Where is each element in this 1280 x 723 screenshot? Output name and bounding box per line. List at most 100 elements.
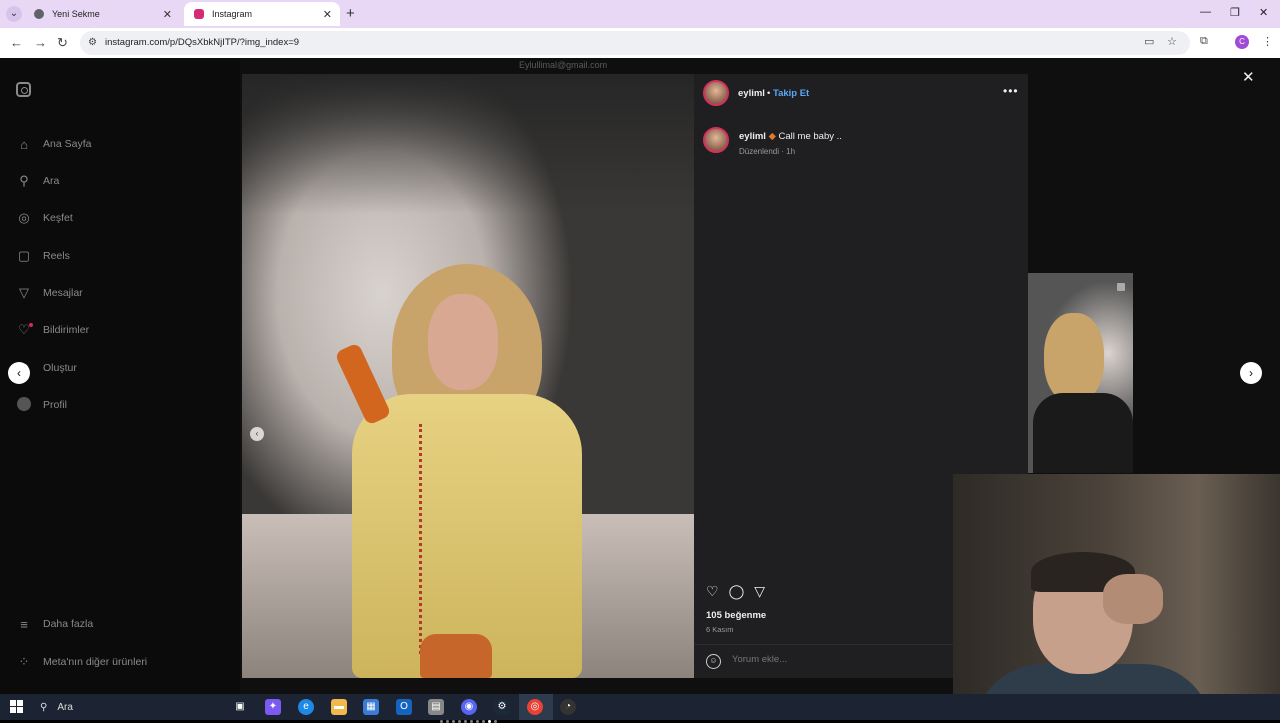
author-avatar[interactable] xyxy=(703,80,729,106)
caption-avatar[interactable] xyxy=(703,127,729,153)
sidebar-item-label: Reels xyxy=(43,250,70,262)
image-phone-base xyxy=(420,634,492,678)
steam-icon[interactable]: ⚙ xyxy=(494,699,510,715)
like-icon[interactable]: ♡ xyxy=(706,583,719,600)
task-view-icon[interactable]: ▣ xyxy=(232,699,248,715)
reels-icon: ▢ xyxy=(17,248,31,263)
app-icon[interactable]: ◔ xyxy=(560,699,576,715)
address-bar-row: ← → ↻ ⚙ instagram.com/p/DQsXbkNjITP/?img… xyxy=(0,28,1280,58)
window-close-icon[interactable]: ✕ xyxy=(1259,6,1268,19)
webcam-overlay xyxy=(953,474,1280,720)
follow-button[interactable]: • Takip Et xyxy=(767,88,809,99)
restore-icon[interactable]: ❐ xyxy=(1230,6,1240,19)
copilot-icon[interactable]: ✦ xyxy=(265,699,281,715)
email-watermark: Eylullimal@gmail.com xyxy=(519,60,608,70)
sidebar-item-search[interactable]: ⚲ Ara xyxy=(16,171,59,191)
sidebar-item-home[interactable]: ⌂ Ana Sayfa xyxy=(16,134,91,154)
post-actions: ♡ ◯ ▽ xyxy=(706,583,765,600)
forward-icon[interactable]: → xyxy=(34,35,47,50)
image-phone-receiver xyxy=(334,342,392,426)
tab-search-button[interactable]: ⌄ xyxy=(6,6,22,22)
profile-avatar[interactable]: C xyxy=(1235,35,1249,49)
tab-new-tab[interactable]: Yeni Sekme ✕ xyxy=(24,2,180,26)
next-post-preview[interactable] xyxy=(1028,273,1133,473)
sidebar-item-meta-products[interactable]: ⁘ Meta'nın diğer ürünleri xyxy=(16,652,148,672)
image-prev-icon[interactable]: ‹ xyxy=(250,427,264,441)
outlook-icon[interactable]: O xyxy=(396,699,412,715)
close-tab-icon[interactable]: ✕ xyxy=(163,8,172,21)
comment-input[interactable] xyxy=(732,654,932,665)
sidebar-item-label: Daha fazla xyxy=(43,618,94,630)
emoji-icon[interactable]: ☺ xyxy=(706,654,721,669)
sidebar: ⌂ Ana Sayfa ⚲ Ara ◎ Keşfet ▢ Reels ▽ Mes… xyxy=(0,58,240,694)
taskbar: ⚲ Ara ▣ ✦ e ▬ ▦ O ▤ ◉ ⚙ ◎ ◔ xyxy=(0,694,1280,720)
reload-icon[interactable]: ↻ xyxy=(57,35,68,51)
sidebar-item-notifications[interactable]: ♡ Bildirimler xyxy=(16,320,89,340)
taskbar-search-label: Ara xyxy=(57,701,73,713)
tab-label: Instagram xyxy=(212,9,253,19)
avatar-icon xyxy=(16,396,32,414)
install-app-icon[interactable]: ▭ xyxy=(1144,35,1154,48)
more-options-icon[interactable]: ••• xyxy=(1003,84,1019,98)
compass-icon: ◎ xyxy=(18,210,30,225)
sidebar-item-label: Bildirimler xyxy=(43,324,90,336)
likes-count[interactable]: 105 beğenme xyxy=(706,610,766,621)
image-face xyxy=(428,294,498,390)
app-icon[interactable]: ▤ xyxy=(428,699,444,715)
back-icon[interactable]: ← xyxy=(10,35,23,50)
post-image[interactable] xyxy=(242,74,694,678)
bookmark-star-icon[interactable]: ☆ xyxy=(1167,35,1177,48)
share-icon[interactable]: ▽ xyxy=(754,583,765,600)
sidebar-item-label: Mesajlar xyxy=(43,287,83,299)
caption-username[interactable]: eyliml xyxy=(739,131,766,142)
grid-icon: ⁘ xyxy=(18,654,30,669)
site-info-icon[interactable]: ⚙ xyxy=(88,37,97,48)
caption-meta: Düzenlendi · 1h xyxy=(739,147,796,156)
caption: eyliml ◆ Call me baby .. xyxy=(739,131,842,142)
sidebar-item-messages[interactable]: ▽ Mesajlar xyxy=(16,283,83,303)
separator-dot: • xyxy=(767,88,771,99)
carousel-indicator-icon xyxy=(1117,283,1125,291)
sidebar-item-label: Ana Sayfa xyxy=(43,138,92,150)
store-icon[interactable]: ▦ xyxy=(363,699,379,715)
extensions-icon[interactable]: ⧉ xyxy=(1200,35,1208,48)
diamond-icon: ◆ xyxy=(768,131,776,142)
send-icon: ▽ xyxy=(19,285,29,300)
sidebar-item-label: Keşfet xyxy=(43,212,73,224)
sidebar-item-label: Meta'nın diğer ürünleri xyxy=(43,656,148,668)
post-date: 6 Kasım xyxy=(706,625,734,634)
home-icon: ⌂ xyxy=(20,136,28,152)
url-field[interactable]: ⚙ instagram.com/p/DQsXbkNjITP/?img_index… xyxy=(80,31,1190,55)
previous-post-button[interactable]: ‹ xyxy=(8,362,30,384)
next-post-button[interactable]: › xyxy=(1240,362,1262,384)
minimize-icon[interactable]: — xyxy=(1200,6,1211,18)
sidebar-item-profile[interactable]: Profil xyxy=(16,395,67,415)
close-modal-icon[interactable]: ✕ xyxy=(1242,68,1255,86)
discord-icon[interactable]: ◉ xyxy=(461,699,477,715)
taskbar-search[interactable]: ⚲ Ara xyxy=(32,697,222,717)
comment-icon[interactable]: ◯ xyxy=(729,583,745,600)
windows-start-icon[interactable] xyxy=(10,700,23,713)
menu-icon: ≡ xyxy=(20,616,28,632)
sidebar-item-explore[interactable]: ◎ Keşfet xyxy=(16,208,73,228)
close-tab-icon[interactable]: ✕ xyxy=(323,8,332,21)
sidebar-item-label: Ara xyxy=(43,175,60,187)
follow-label: Takip Et xyxy=(772,88,810,99)
search-icon: ⚲ xyxy=(40,701,48,713)
url-text: instagram.com/p/DQsXbkNjITP/?img_index=9 xyxy=(105,37,300,48)
tab-label: Yeni Sekme xyxy=(52,9,100,19)
browser-tab-bar: ⌄ Yeni Sekme ✕ Instagram ✕ + — ❐ ✕ xyxy=(0,0,1280,28)
sidebar-item-label: Profil xyxy=(43,399,67,411)
author-username[interactable]: eyliml xyxy=(738,88,765,99)
chrome-icon xyxy=(34,9,44,19)
instagram-logo-icon[interactable] xyxy=(16,82,31,97)
sidebar-item-reels[interactable]: ▢ Reels xyxy=(16,246,70,266)
sidebar-item-more[interactable]: ≡ Daha fazla xyxy=(16,614,93,634)
file-explorer-icon[interactable]: ▬ xyxy=(331,699,347,715)
chrome-icon[interactable]: ◎ xyxy=(527,699,543,715)
edge-icon[interactable]: e xyxy=(298,699,314,715)
tab-instagram[interactable]: Instagram ✕ xyxy=(184,2,340,26)
image-phone-cord xyxy=(392,424,422,654)
browser-menu-icon[interactable]: ⋮ xyxy=(1262,35,1273,48)
new-tab-button[interactable]: + xyxy=(346,5,355,22)
